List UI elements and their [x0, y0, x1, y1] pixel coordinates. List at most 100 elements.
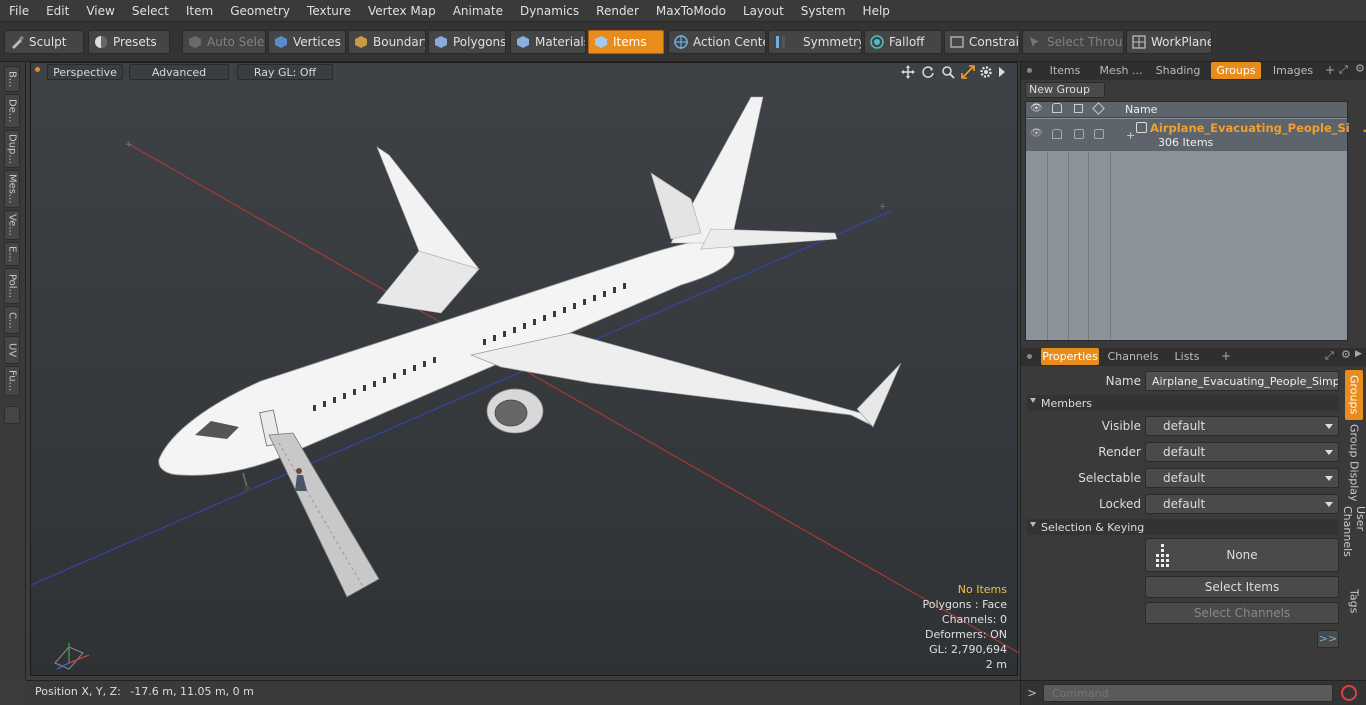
name-label: Name	[1105, 374, 1141, 388]
side-tab-user-channels[interactable]: User Channels	[1341, 506, 1366, 582]
command-input[interactable]	[1043, 684, 1333, 702]
menu-vertex-map[interactable]: Vertex Map	[359, 0, 444, 22]
side-tab-groups[interactable]: Groups	[1345, 370, 1363, 420]
name-input[interactable]: Airplane_Evacuating_People_SimpleIn	[1145, 371, 1339, 391]
side-tab-tags[interactable]: Tags	[1345, 586, 1363, 616]
top-panel-tabbar: Items Mesh ... Shading Groups Images + ⤢…	[1021, 62, 1366, 80]
stats-polygons: Polygons : Face	[922, 598, 1007, 611]
visibility-eye-icon[interactable]: 👁	[1030, 103, 1043, 114]
record-icon[interactable]	[1341, 685, 1357, 701]
select-channels-button[interactable]: Select Channels	[1145, 602, 1339, 624]
locked-dropdown[interactable]: default	[1145, 494, 1339, 514]
selectable-cube-icon[interactable]	[1074, 104, 1083, 113]
add-props-tab-icon[interactable]: +	[1221, 349, 1231, 363]
more-button[interactable]: >>	[1317, 630, 1339, 648]
left-tab-polygon[interactable]: Pol...	[4, 268, 20, 304]
left-tab-mesh-edit[interactable]: Mes...	[4, 170, 20, 208]
locked-cube-icon[interactable]	[1092, 102, 1105, 115]
boundary-button[interactable]: Boundary	[348, 30, 426, 54]
tab-properties[interactable]: Properties	[1041, 348, 1099, 365]
menu-edit[interactable]: Edit	[37, 0, 77, 22]
select-items-button[interactable]: Select Items	[1145, 576, 1339, 598]
menu-layout[interactable]: Layout	[734, 0, 792, 22]
select-through-button[interactable]: Select Through	[1022, 30, 1124, 54]
props-arrow-icon[interactable]: ▶	[1355, 349, 1362, 359]
left-tab-basic[interactable]: B...	[4, 66, 20, 92]
group-expand-icon[interactable]: +	[1126, 129, 1135, 142]
workplane-button[interactable]: WorkPlane	[1126, 30, 1212, 54]
render-dropdown[interactable]: default	[1145, 442, 1339, 462]
left-tab-duplicate[interactable]: Dup...	[4, 130, 20, 168]
3d-viewport[interactable]: Perspective Advanced Ray GL: Off + + No …	[30, 62, 1019, 676]
auto-select-button[interactable]: Auto Select	[182, 30, 266, 54]
left-tab-vertex[interactable]: Ve...	[4, 210, 20, 240]
expand-props-icon[interactable]: ⤢	[1325, 349, 1334, 363]
group-selectable-checkbox[interactable]	[1074, 129, 1084, 139]
visible-value: default	[1163, 419, 1206, 433]
presets-button[interactable]: Presets	[88, 30, 170, 54]
vertices-button[interactable]: Vertices 1	[268, 30, 346, 54]
group-list-scrollbar[interactable]	[1351, 101, 1363, 341]
crosshair-icon	[674, 35, 688, 49]
menu-view[interactable]: View	[77, 0, 122, 22]
members-section-header[interactable]: Members	[1027, 395, 1339, 411]
falloff-icon	[870, 35, 884, 49]
left-tab-edge[interactable]: E...	[4, 242, 20, 266]
group-locked-checkbox[interactable]	[1094, 129, 1104, 139]
sculpt-button[interactable]: Sculpt	[4, 30, 84, 54]
symmetry-button[interactable]: Symmetry	[768, 30, 862, 54]
group-list-header: 👁 Name	[1026, 102, 1347, 118]
left-tab-deform[interactable]: De...	[4, 94, 20, 128]
selection-keying-section-header[interactable]: Selection & Keying	[1027, 519, 1339, 535]
selkey-collapse-icon	[1030, 522, 1036, 527]
visible-dropdown[interactable]: default	[1145, 416, 1339, 436]
constraints-button[interactable]: Constrai...	[944, 30, 1020, 54]
action-center-button[interactable]: Action Center	[668, 30, 766, 54]
left-tab-uv[interactable]: UV	[4, 336, 20, 364]
props-gear-icon[interactable]: ⚙	[1341, 348, 1351, 361]
menu-texture[interactable]: Texture	[298, 0, 359, 22]
main-toolbar: Sculpt Presets Auto Select Vertices 1 Bo…	[0, 22, 1366, 62]
group-visible-eye-icon[interactable]: 👁	[1030, 128, 1043, 139]
menu-select[interactable]: Select	[123, 0, 177, 22]
side-tab-group-display[interactable]: Group Display	[1345, 424, 1363, 502]
action-center-label: Action Center	[693, 35, 765, 49]
members-collapse-icon	[1030, 398, 1036, 403]
menu-animate[interactable]: Animate	[444, 0, 511, 22]
tab-shading[interactable]: Shading	[1151, 62, 1205, 79]
falloff-button[interactable]: Falloff	[864, 30, 942, 54]
menu-render[interactable]: Render	[587, 0, 647, 22]
panel-gear-icon[interactable]: ⚙	[1355, 62, 1365, 75]
group-render-icon[interactable]	[1052, 129, 1062, 139]
tab-groups[interactable]: Groups	[1211, 62, 1261, 79]
menu-item[interactable]: Item	[177, 0, 221, 22]
keyframe-dots-icon	[1156, 544, 1169, 567]
tab-images[interactable]: Images	[1265, 62, 1321, 79]
properties-form: Name Airplane_Evacuating_People_SimpleIn…	[1021, 368, 1345, 668]
menu-dynamics[interactable]: Dynamics	[511, 0, 587, 22]
new-group-button[interactable]: New Group	[1025, 82, 1105, 98]
left-tab-curve[interactable]: C...	[4, 306, 20, 334]
expand-panel-icon[interactable]: ⤢	[1339, 63, 1348, 77]
add-tab-icon[interactable]: +	[1325, 63, 1335, 77]
left-tab-extra[interactable]	[4, 406, 20, 424]
materials-button[interactable]: Materials	[510, 30, 586, 54]
selectable-label: Selectable	[1078, 471, 1141, 485]
menu-file[interactable]: File	[0, 0, 37, 22]
tab-items[interactable]: Items	[1043, 62, 1087, 79]
polygons-button[interactable]: Polygons	[428, 30, 506, 54]
render-lock-icon[interactable]	[1052, 103, 1062, 113]
tab-channels[interactable]: Channels	[1105, 348, 1161, 365]
keying-none-button[interactable]: None	[1145, 538, 1339, 572]
group-row[interactable]: 👁 + Airplane_Evacuating_People_Si ... 30…	[1026, 119, 1366, 151]
menu-geometry[interactable]: Geometry	[221, 0, 298, 22]
menu-system[interactable]: System	[792, 0, 854, 22]
tab-lists[interactable]: Lists	[1165, 348, 1209, 365]
selectable-dropdown[interactable]: default	[1145, 468, 1339, 488]
left-tab-fusion[interactable]: Fu...	[4, 366, 20, 396]
menu-help[interactable]: Help	[854, 0, 898, 22]
menu-maxtomodo[interactable]: MaxToModo	[647, 0, 734, 22]
items-button[interactable]: Items	[588, 30, 664, 54]
tab-mesh[interactable]: Mesh ...	[1095, 62, 1147, 79]
vertices-icon	[275, 36, 287, 48]
